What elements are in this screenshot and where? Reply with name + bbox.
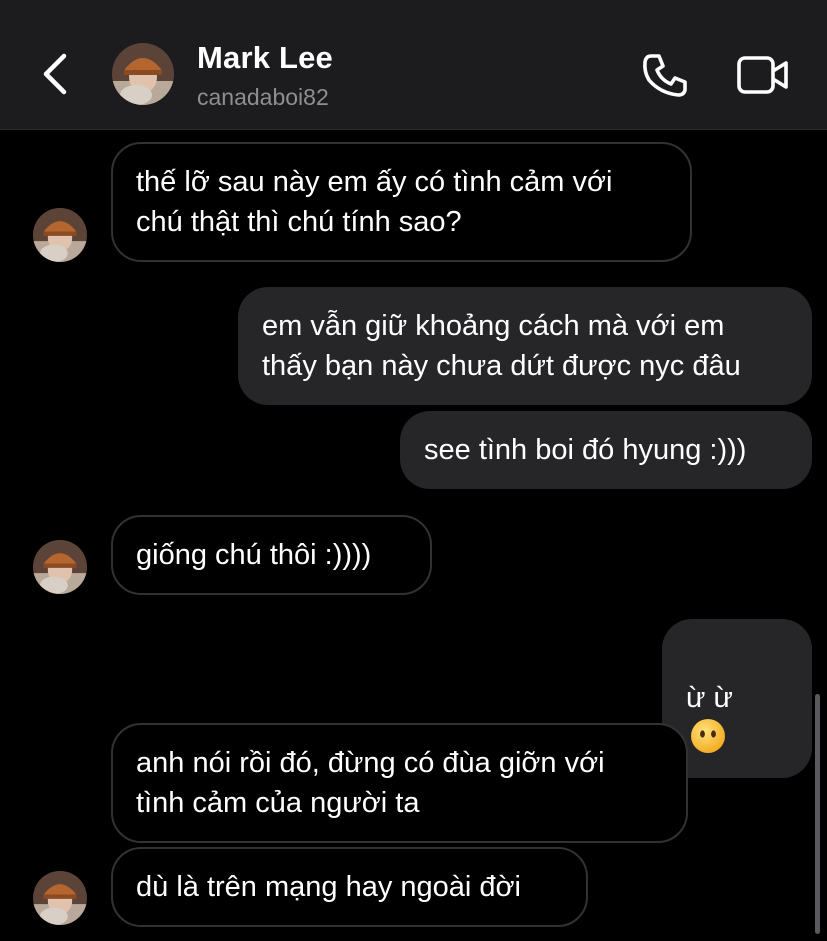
- back-button[interactable]: [36, 48, 76, 100]
- message-bubble-incoming[interactable]: giống chú thôi :)))): [111, 515, 432, 595]
- chat-screen: Mark Lee canadaboi82 thế lỡ sau này em ấ…: [0, 0, 827, 941]
- message-bubble-outgoing[interactable]: em vẫn giữ khoảng cách mà với em thấy bạ…: [238, 287, 812, 405]
- profile-photo: [33, 540, 87, 594]
- profile-photo: [112, 43, 174, 105]
- avatar[interactable]: [33, 208, 87, 262]
- message-bubble-incoming[interactable]: thế lỡ sau này em ấy có tình cảm với chú…: [111, 142, 692, 262]
- profile-photo: [33, 208, 87, 262]
- message-text: ừ ừ: [686, 682, 733, 714]
- face-without-mouth-emoji: [691, 719, 725, 753]
- audio-call-button[interactable]: [640, 52, 690, 98]
- contact-name[interactable]: Mark Lee: [197, 40, 333, 76]
- chat-header: Mark Lee canadaboi82: [0, 0, 827, 130]
- scrollbar[interactable]: [815, 694, 820, 934]
- avatar[interactable]: [33, 540, 87, 594]
- video-camera-icon: [737, 56, 788, 94]
- message-bubble-incoming[interactable]: dù là trên mạng hay ngoài đời: [111, 847, 588, 927]
- message-bubble-incoming[interactable]: anh nói rồi đó, đừng có đùa giỡn với tìn…: [111, 723, 688, 843]
- chevron-left-icon: [43, 53, 67, 95]
- video-call-button[interactable]: [736, 54, 790, 96]
- avatar[interactable]: [112, 43, 174, 105]
- message-bubble-outgoing[interactable]: see tình boi đó hyung :))): [400, 411, 812, 489]
- phone-icon: [643, 54, 687, 97]
- avatar[interactable]: [33, 871, 87, 925]
- profile-photo: [33, 871, 87, 925]
- contact-username[interactable]: canadaboi82: [197, 84, 329, 111]
